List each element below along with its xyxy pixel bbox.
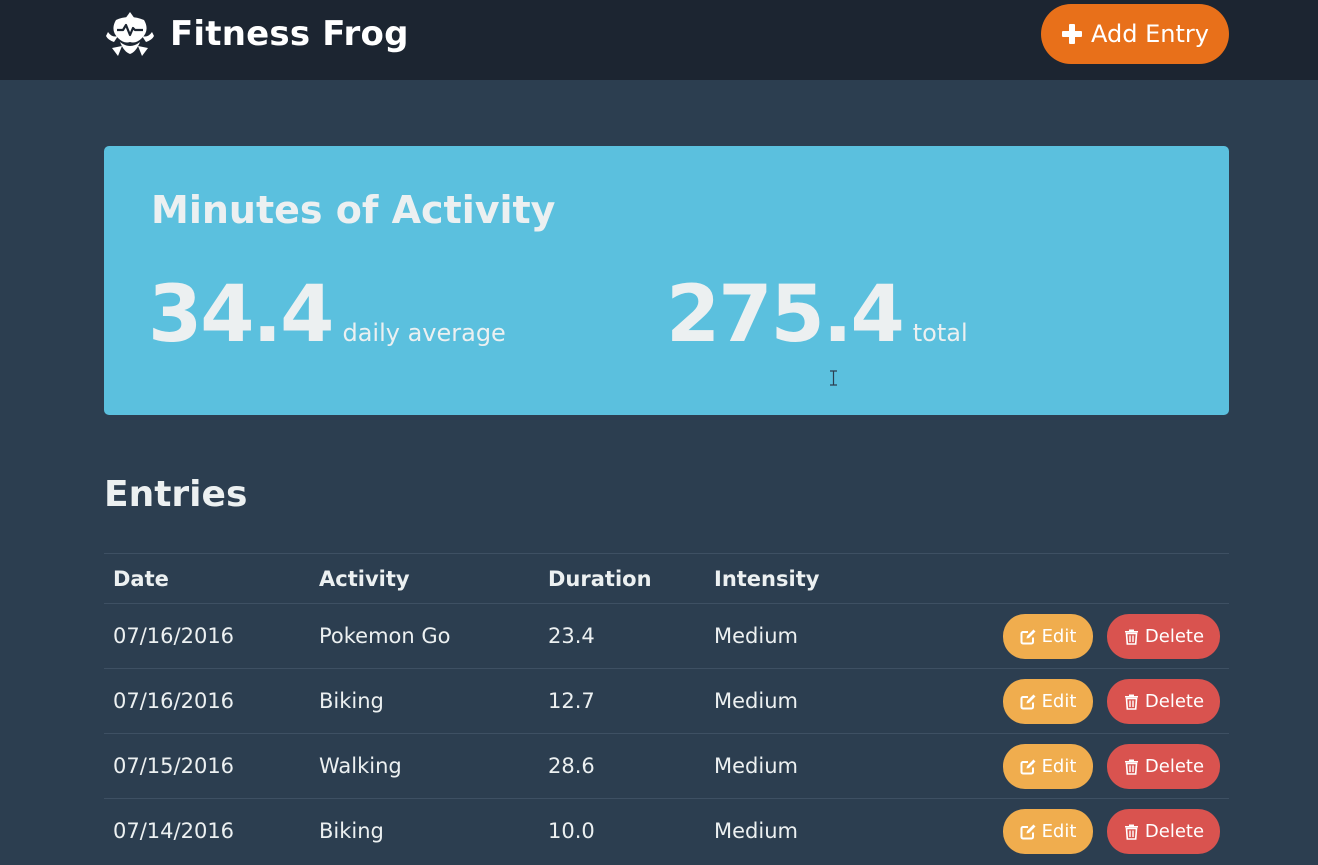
brand[interactable]: Fitness Frog bbox=[104, 8, 409, 60]
trash-icon bbox=[1124, 694, 1138, 710]
entry-duration: 23.4 bbox=[539, 603, 705, 669]
entries-table: Date Activity Duration Intensity 07/16/2… bbox=[104, 553, 1229, 864]
entry-date: 07/16/2016 bbox=[104, 603, 310, 669]
trash-icon bbox=[1124, 824, 1138, 840]
add-entry-label: Add Entry bbox=[1091, 20, 1209, 48]
entry-activity: Pokemon Go bbox=[310, 603, 539, 669]
edit-label: Edit bbox=[1041, 690, 1077, 712]
total-label: total bbox=[912, 319, 968, 347]
delete-label: Delete bbox=[1144, 755, 1205, 777]
edit-label: Edit bbox=[1041, 820, 1077, 842]
entry-duration: 28.6 bbox=[539, 733, 705, 799]
table-row: 07/15/2016 Walking 28.6 Medium Edit Dele… bbox=[104, 733, 1229, 799]
edit-icon bbox=[1020, 629, 1036, 644]
entry-actions: Edit Delete bbox=[905, 733, 1229, 799]
edit-button[interactable]: Edit bbox=[1003, 808, 1093, 854]
delete-label: Delete bbox=[1144, 820, 1205, 842]
edit-label: Edit bbox=[1041, 625, 1077, 647]
edit-label: Edit bbox=[1041, 755, 1077, 777]
delete-button[interactable]: Delete bbox=[1107, 678, 1220, 724]
total-value: 275.4 bbox=[666, 270, 905, 360]
entry-activity: Biking bbox=[310, 798, 539, 864]
entry-date: 07/16/2016 bbox=[104, 668, 310, 734]
entry-intensity: Medium bbox=[705, 603, 905, 669]
delete-button[interactable]: Delete bbox=[1107, 808, 1220, 854]
daily-average-label: daily average bbox=[342, 319, 506, 347]
entry-intensity: Medium bbox=[705, 668, 905, 734]
entry-activity: Biking bbox=[310, 668, 539, 734]
frog-logo-icon bbox=[106, 12, 154, 56]
add-entry-button[interactable]: Add Entry bbox=[1041, 4, 1229, 64]
entry-activity: Walking bbox=[310, 733, 539, 799]
delete-button[interactable]: Delete bbox=[1107, 613, 1220, 659]
table-row: 07/16/2016 Biking 12.7 Medium Edit Delet… bbox=[104, 668, 1229, 734]
table-header-row: Date Activity Duration Intensity bbox=[104, 553, 1229, 604]
edit-button[interactable]: Edit bbox=[1003, 678, 1093, 724]
entry-date: 07/15/2016 bbox=[104, 733, 310, 799]
panel-title: Minutes of Activity bbox=[151, 188, 556, 232]
edit-icon bbox=[1020, 759, 1036, 774]
entry-duration: 10.0 bbox=[539, 798, 705, 864]
column-header-intensity: Intensity bbox=[705, 553, 905, 604]
daily-average-value: 34.4 bbox=[148, 270, 334, 360]
edit-icon bbox=[1020, 824, 1036, 840]
entry-actions: Edit Delete bbox=[905, 668, 1229, 734]
entry-intensity: Medium bbox=[705, 798, 905, 864]
column-header-date: Date bbox=[104, 553, 310, 604]
brand-name: Fitness Frog bbox=[170, 14, 409, 54]
entries-heading: Entries bbox=[104, 474, 248, 515]
text-cursor-icon bbox=[830, 370, 837, 386]
entry-actions: Edit Delete bbox=[905, 603, 1229, 669]
column-header-duration: Duration bbox=[539, 553, 705, 604]
column-header-actions bbox=[905, 553, 1229, 604]
plus-icon bbox=[1062, 24, 1083, 44]
trash-icon bbox=[1124, 759, 1138, 775]
table-row: 07/14/2016 Biking 10.0 Medium Edit Delet… bbox=[104, 798, 1229, 864]
activity-stats-panel: Minutes of Activity 34.4 daily average 2… bbox=[104, 146, 1229, 415]
column-header-activity: Activity bbox=[310, 553, 539, 604]
entry-actions: Edit Delete bbox=[905, 798, 1229, 864]
delete-label: Delete bbox=[1144, 625, 1205, 647]
entry-duration: 12.7 bbox=[539, 668, 705, 734]
edit-icon bbox=[1020, 694, 1036, 709]
delete-label: Delete bbox=[1144, 690, 1205, 712]
edit-button[interactable]: Edit bbox=[1003, 743, 1093, 789]
entry-intensity: Medium bbox=[705, 733, 905, 799]
table-row: 07/16/2016 Pokemon Go 23.4 Medium Edit D… bbox=[104, 603, 1229, 669]
edit-button[interactable]: Edit bbox=[1003, 613, 1093, 659]
top-navbar: Fitness Frog Add Entry bbox=[0, 0, 1318, 80]
total-stat: 275.4 total bbox=[666, 276, 968, 354]
delete-button[interactable]: Delete bbox=[1107, 743, 1220, 789]
trash-icon bbox=[1124, 629, 1138, 645]
daily-average-stat: 34.4 daily average bbox=[148, 276, 506, 354]
entry-date: 07/14/2016 bbox=[104, 798, 310, 864]
